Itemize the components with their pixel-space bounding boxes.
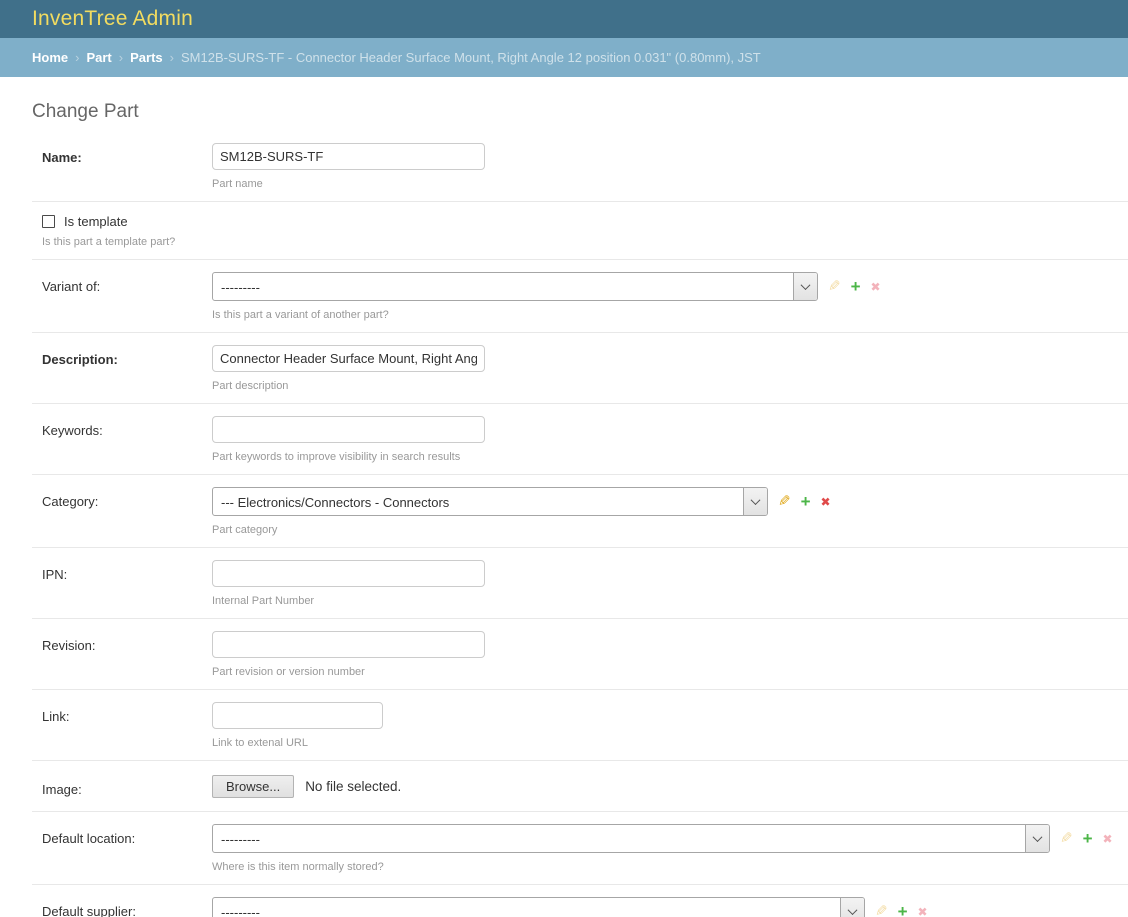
breadcrumb-separator: › (119, 50, 123, 65)
breadcrumb-link-parts[interactable]: Parts (130, 50, 163, 65)
app-title-link[interactable]: InvenTree Admin (32, 7, 193, 31)
link-label: Link: (32, 702, 212, 749)
chevron-down-icon[interactable] (793, 273, 817, 300)
form-row-ipn: IPN: Internal Part Number (32, 548, 1128, 619)
revision-label: Revision: (32, 631, 212, 678)
variant-of-selected-value: --------- (213, 273, 260, 300)
chevron-down-icon[interactable] (840, 898, 864, 917)
form-row-keywords: Keywords: Part keywords to improve visib… (32, 404, 1128, 475)
default-location-selected-value: --------- (213, 825, 260, 852)
is-template-label: Is template (64, 214, 128, 229)
image-label: Image: (32, 775, 212, 798)
default-location-label: Default location: (32, 824, 212, 873)
breadcrumb-current: SM12B-SURS-TF - Connector Header Surface… (181, 50, 761, 65)
variant-of-help: Is this part a variant of another part? (212, 309, 881, 321)
breadcrumb-separator: › (170, 50, 174, 65)
edit-icon: ✎ (875, 904, 888, 917)
link-input[interactable] (212, 702, 383, 729)
form-row-is-template: Is template Is this part a template part… (32, 202, 1128, 260)
file-status-text: No file selected. (305, 779, 401, 794)
category-help: Part category (212, 524, 831, 536)
add-icon[interactable]: + (851, 278, 861, 295)
delete-icon[interactable]: ✖ (821, 496, 831, 508)
category-selected-value: --- Electronics/Connectors - Connectors (213, 488, 449, 515)
form-row-default-supplier: Default supplier: --------- ✎ + ✖ Defaul… (32, 885, 1128, 917)
description-input[interactable] (212, 345, 485, 372)
link-help: Link to extenal URL (212, 737, 383, 749)
chevron-down-icon[interactable] (743, 488, 767, 515)
default-location-help: Where is this item normally stored? (212, 861, 1113, 873)
browse-button[interactable]: Browse... (212, 775, 294, 798)
default-supplier-label: Default supplier: (32, 897, 212, 917)
delete-icon: ✖ (918, 906, 928, 917)
breadcrumb: Home › Part › Parts › SM12B-SURS-TF - Co… (0, 38, 1128, 77)
page-title: Change Part (32, 101, 1128, 123)
name-help: Part name (212, 178, 485, 190)
default-supplier-select[interactable]: --------- (212, 897, 865, 917)
delete-icon: ✖ (1103, 833, 1113, 845)
change-part-form: Change Part Name: Part name Is template … (0, 101, 1128, 917)
add-icon[interactable]: + (801, 493, 811, 510)
form-row-name: Name: Part name (32, 131, 1128, 202)
default-supplier-selected-value: --------- (213, 898, 260, 917)
add-icon[interactable]: + (898, 903, 908, 917)
delete-icon: ✖ (871, 281, 881, 293)
form-row-default-location: Default location: --------- ✎ + ✖ Where … (32, 812, 1128, 885)
form-row-description: Description: Part description (32, 333, 1128, 404)
category-label: Category: (32, 487, 212, 536)
app-header: InvenTree Admin (0, 0, 1128, 38)
form-row-revision: Revision: Part revision or version numbe… (32, 619, 1128, 690)
is-template-toggle[interactable]: Is template (42, 214, 175, 229)
keywords-help: Part keywords to improve visibility in s… (212, 451, 485, 463)
breadcrumb-separator: › (75, 50, 79, 65)
edit-icon: ✎ (1060, 831, 1073, 846)
name-label: Name: (32, 143, 212, 190)
is-template-checkbox[interactable] (42, 215, 55, 228)
breadcrumb-link-part[interactable]: Part (86, 50, 111, 65)
default-location-select[interactable]: --------- (212, 824, 1050, 853)
form-row-category: Category: --- Electronics/Connectors - C… (32, 475, 1128, 548)
ipn-input[interactable] (212, 560, 485, 587)
revision-help: Part revision or version number (212, 666, 485, 678)
form-row-link: Link: Link to extenal URL (32, 690, 1128, 761)
chevron-down-icon[interactable] (1025, 825, 1049, 852)
keywords-label: Keywords: (32, 416, 212, 463)
breadcrumb-link-home[interactable]: Home (32, 50, 68, 65)
keywords-input[interactable] (212, 416, 485, 443)
variant-of-select[interactable]: --------- (212, 272, 818, 301)
description-label: Description: (32, 345, 212, 392)
ipn-label: IPN: (32, 560, 212, 607)
add-icon[interactable]: + (1083, 830, 1093, 847)
category-select[interactable]: --- Electronics/Connectors - Connectors (212, 487, 768, 516)
form-row-image: Image: Browse... No file selected. (32, 761, 1128, 812)
description-help: Part description (212, 380, 485, 392)
name-input[interactable] (212, 143, 485, 170)
edit-icon: ✎ (828, 279, 841, 294)
form-row-variant-of: Variant of: --------- ✎ + ✖ Is this part… (32, 260, 1128, 333)
is-template-help: Is this part a template part? (42, 236, 175, 248)
revision-input[interactable] (212, 631, 485, 658)
ipn-help: Internal Part Number (212, 595, 485, 607)
edit-icon[interactable]: ✎ (778, 494, 791, 509)
variant-of-label: Variant of: (32, 272, 212, 321)
